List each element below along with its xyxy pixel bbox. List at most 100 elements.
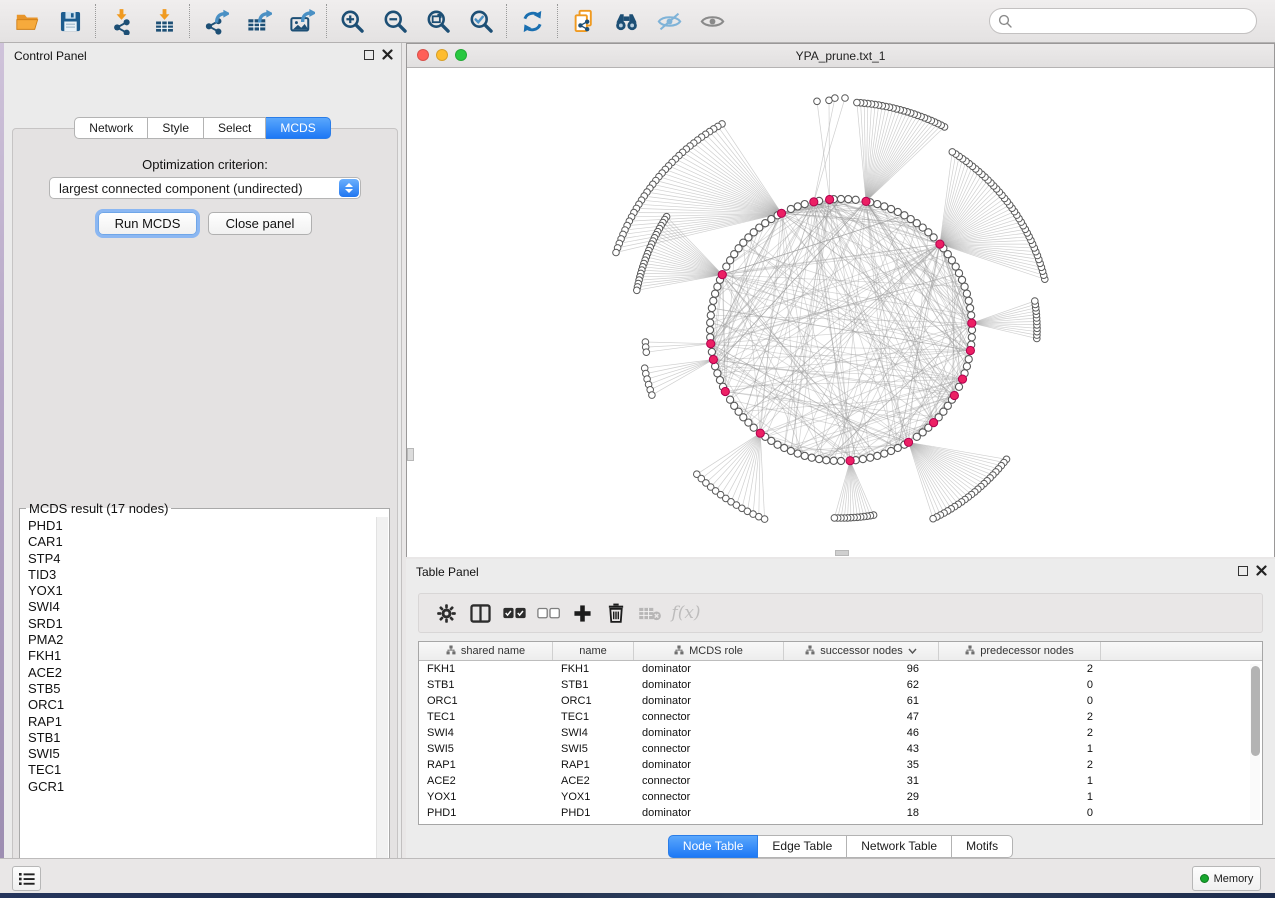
- table-scrollbar-thumb[interactable]: [1251, 666, 1260, 756]
- tab-mcds[interactable]: MCDS: [266, 117, 330, 139]
- table-row[interactable]: STB1STB1dominator620: [419, 677, 1262, 693]
- share-document-icon[interactable]: [562, 3, 605, 39]
- list-item[interactable]: YOX1: [28, 583, 377, 599]
- desktop-wallpaper-strip: [0, 893, 1275, 898]
- list-item[interactable]: PMA2: [28, 632, 377, 648]
- network-graph[interactable]: [407, 68, 1274, 557]
- network-canvas[interactable]: [407, 68, 1274, 557]
- list-item[interactable]: TID3: [28, 567, 377, 583]
- deselect-all-icon[interactable]: [531, 597, 565, 629]
- memory-button[interactable]: Memory: [1192, 866, 1261, 891]
- column-header-successor-nodes[interactable]: successor nodes: [784, 642, 939, 660]
- list-item[interactable]: SWI4: [28, 599, 377, 615]
- table-cell: 29: [784, 791, 939, 803]
- export-image-icon[interactable]: [280, 3, 323, 39]
- table-row[interactable]: YOX1YOX1connector291: [419, 789, 1262, 805]
- table-cell: 96: [784, 663, 939, 675]
- list-item[interactable]: SWI5: [28, 746, 377, 762]
- zoom-in-icon[interactable]: [331, 3, 374, 39]
- split-view-icon[interactable]: [463, 597, 497, 629]
- tab-motifs[interactable]: Motifs: [952, 835, 1013, 858]
- list-item[interactable]: TEC1: [28, 762, 377, 778]
- list-item[interactable]: STB1: [28, 730, 377, 746]
- table-row[interactable]: ORC1ORC1dominator610: [419, 693, 1262, 709]
- table-row[interactable]: PHD1PHD1dominator180: [419, 805, 1262, 821]
- gear-icon[interactable]: [429, 597, 463, 629]
- task-history-button[interactable]: [12, 866, 41, 891]
- import-table-icon[interactable]: [143, 3, 186, 39]
- minimize-window-icon[interactable]: [436, 49, 448, 61]
- add-column-icon[interactable]: [565, 597, 599, 629]
- table-cell: RAP1: [553, 759, 634, 771]
- list-item[interactable]: GCR1: [28, 779, 377, 795]
- table-row[interactable]: TEC1TEC1connector472: [419, 709, 1262, 725]
- table-cell: connector: [634, 775, 784, 787]
- export-network-icon[interactable]: [194, 3, 237, 39]
- table-toolbar: f(x): [418, 593, 1263, 633]
- tab-network-table[interactable]: Network Table: [847, 835, 952, 858]
- table-row[interactable]: SWI4SWI4dominator462: [419, 725, 1262, 741]
- list-item[interactable]: STB5: [28, 681, 377, 697]
- zoom-out-icon[interactable]: [374, 3, 417, 39]
- column-header-shared-name[interactable]: shared name: [419, 642, 553, 660]
- list-item[interactable]: RAP1: [28, 714, 377, 730]
- zoom-selected-icon[interactable]: [460, 3, 503, 39]
- search-input[interactable]: [989, 8, 1257, 34]
- table-row[interactable]: SWI5SWI5connector431: [419, 741, 1262, 757]
- float-panel-icon[interactable]: [1238, 566, 1248, 576]
- list-item[interactable]: CAR1: [28, 534, 377, 550]
- optimization-criterion-select[interactable]: largest connected component (undirected): [49, 177, 361, 199]
- export-table-icon[interactable]: [237, 3, 280, 39]
- control-panel: Control Panel Optimization criterion: la…: [4, 43, 402, 858]
- search-network-icon[interactable]: [605, 3, 648, 39]
- tab-edge-table[interactable]: Edge Table: [758, 835, 847, 858]
- list-item[interactable]: ORC1: [28, 697, 377, 713]
- table-row[interactable]: FKH1FKH1dominator962: [419, 661, 1262, 677]
- list-item[interactable]: ACE2: [28, 665, 377, 681]
- close-window-icon[interactable]: [417, 49, 429, 61]
- select-all-icon[interactable]: [497, 597, 531, 629]
- list-item[interactable]: FKH1: [28, 648, 377, 664]
- column-header-predecessor-nodes[interactable]: predecessor nodes: [939, 642, 1101, 660]
- table-cell: ACE2: [419, 775, 553, 787]
- list-icon: [19, 872, 35, 886]
- column-header-MCDS-role[interactable]: MCDS role: [634, 642, 784, 660]
- network-horizontal-scroll-thumb[interactable]: [835, 550, 849, 556]
- preview-icon[interactable]: [691, 3, 734, 39]
- column-header-name[interactable]: name: [553, 642, 634, 660]
- close-panel-button[interactable]: Close panel: [208, 212, 312, 235]
- tab-network[interactable]: Network: [74, 117, 148, 139]
- maximize-window-icon[interactable]: [455, 49, 467, 61]
- tab-select[interactable]: Select: [204, 117, 266, 139]
- mcds-list-scrollbar[interactable]: [376, 517, 388, 871]
- list-item[interactable]: STP4: [28, 551, 377, 567]
- close-panel-icon[interactable]: [382, 49, 393, 60]
- show-hide-icon[interactable]: [648, 3, 691, 39]
- refresh-icon[interactable]: [511, 3, 554, 39]
- table-cell: SWI5: [553, 743, 634, 755]
- tab-node-table[interactable]: Node Table: [668, 835, 759, 858]
- delete-column-icon[interactable]: [599, 597, 633, 629]
- close-panel-icon[interactable]: [1256, 565, 1267, 576]
- open-folder-icon[interactable]: [6, 3, 49, 39]
- memory-status-icon: [1200, 874, 1209, 883]
- table-cell: STB1: [553, 679, 634, 691]
- network-vertical-scroll-thumb[interactable]: [407, 448, 414, 461]
- mcds-result-list[interactable]: PHD1CAR1STP4TID3YOX1SWI4SRD1PMA2FKH1ACE2…: [21, 518, 377, 871]
- save-icon[interactable]: [49, 3, 92, 39]
- import-network-icon[interactable]: [100, 3, 143, 39]
- table-cell: connector: [634, 743, 784, 755]
- table-cell: 1: [939, 775, 1101, 787]
- float-panel-icon[interactable]: [364, 50, 374, 60]
- table-cell: 2: [939, 759, 1101, 771]
- table-cell: RAP1: [419, 759, 553, 771]
- tab-style[interactable]: Style: [148, 117, 204, 139]
- network-window-titlebar[interactable]: YPA_prune.txt_1: [407, 44, 1274, 68]
- table-row[interactable]: RAP1RAP1dominator352: [419, 757, 1262, 773]
- zoom-fit-icon[interactable]: [417, 3, 460, 39]
- table-cell: 0: [939, 807, 1101, 819]
- list-item[interactable]: SRD1: [28, 616, 377, 632]
- list-item[interactable]: PHD1: [28, 518, 377, 534]
- run-mcds-button[interactable]: Run MCDS: [98, 212, 197, 235]
- table-row[interactable]: ACE2ACE2connector311: [419, 773, 1262, 789]
